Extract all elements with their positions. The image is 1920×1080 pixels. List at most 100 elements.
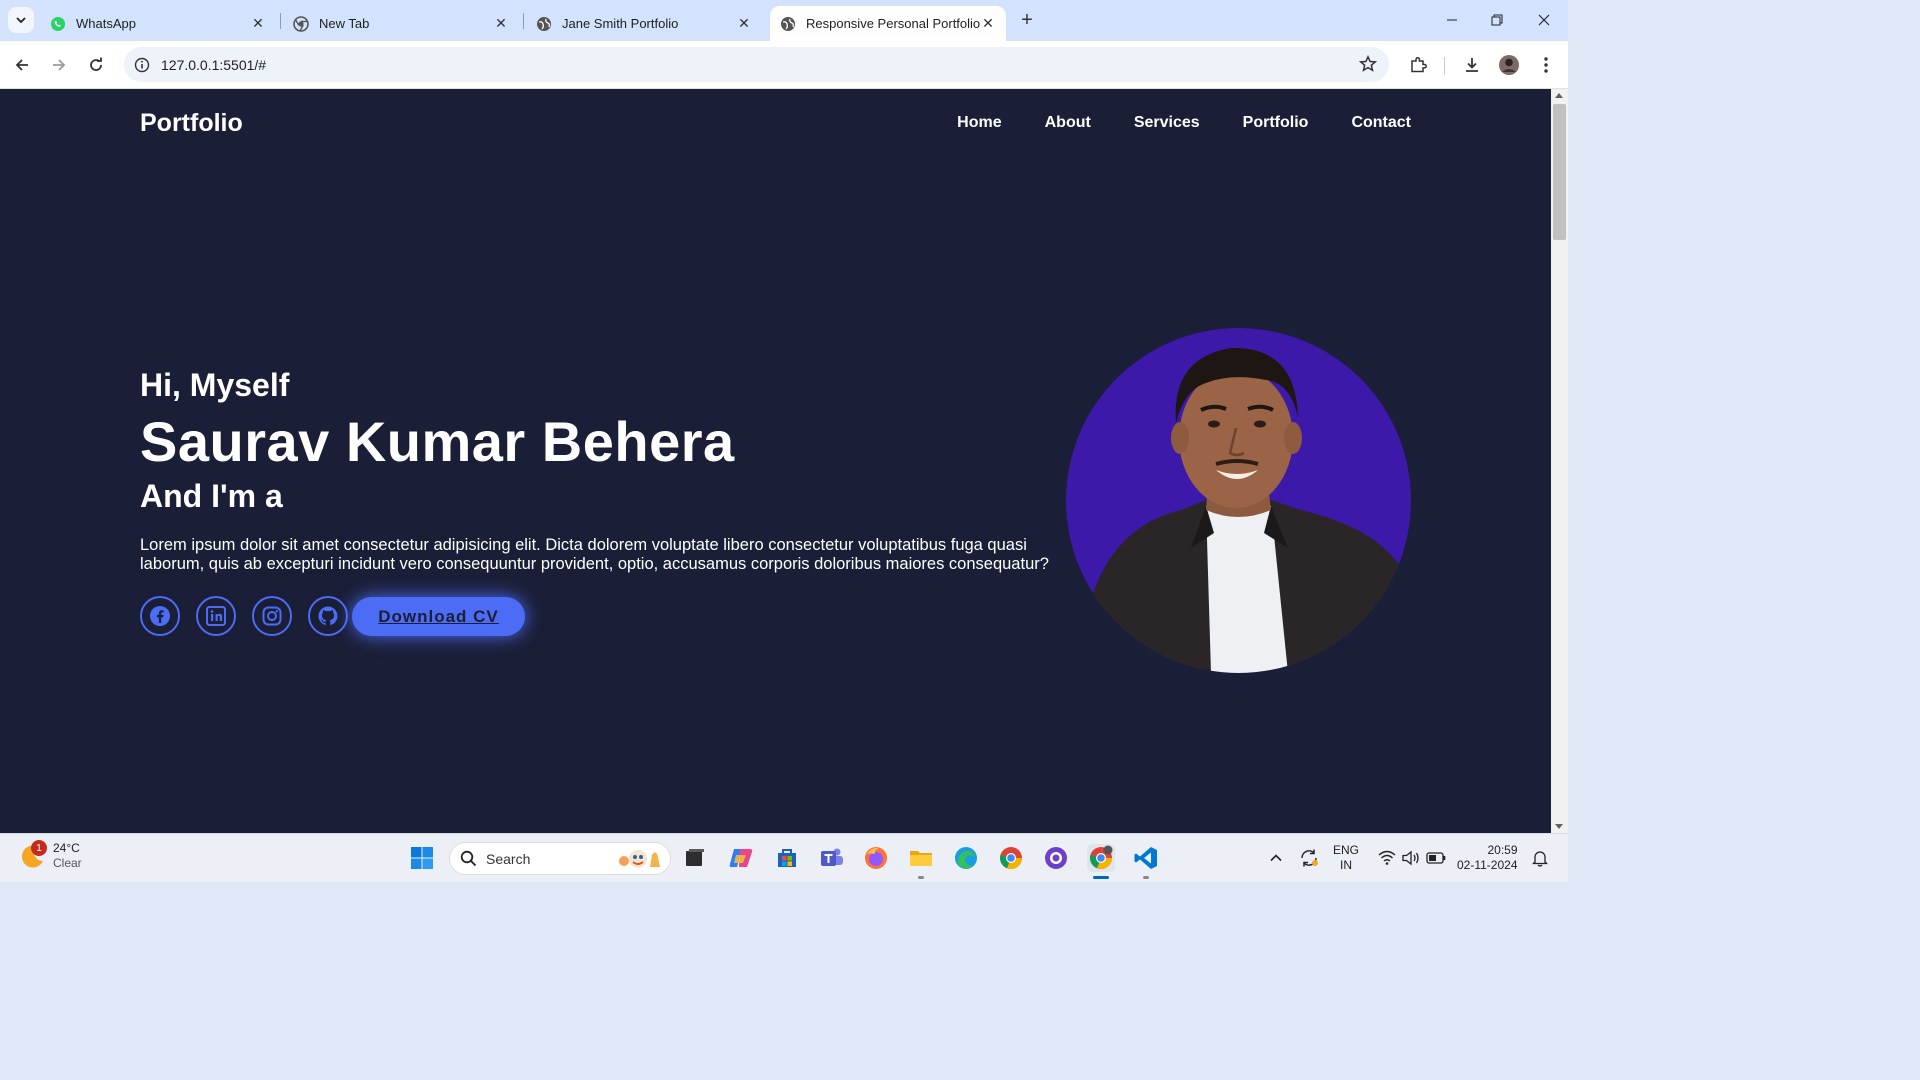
profile-avatar[interactable]	[1497, 53, 1521, 77]
tray-sync[interactable]	[1295, 844, 1323, 872]
taskbar-edge[interactable]	[952, 844, 980, 872]
close-icon[interactable]: ✕	[493, 15, 509, 32]
puzzle-icon	[1411, 57, 1427, 73]
scroll-up-icon[interactable]	[1555, 93, 1563, 98]
chevron-up-icon	[1270, 854, 1282, 862]
facebook-link[interactable]	[140, 596, 180, 636]
scrollbar-thumb[interactable]	[1553, 104, 1566, 240]
weather-condition: Clear	[53, 856, 82, 870]
taskbar-chrome[interactable]	[997, 844, 1025, 872]
teams-icon	[821, 848, 843, 866]
scroll-down-icon[interactable]	[1555, 824, 1563, 829]
nav-portfolio[interactable]: Portfolio	[1243, 114, 1309, 132]
vscode-icon	[1134, 847, 1157, 869]
back-button[interactable]	[10, 53, 34, 77]
tray-overflow-button[interactable]	[1262, 844, 1290, 872]
downloads-button[interactable]	[1460, 53, 1484, 77]
avatar-icon	[1499, 55, 1519, 75]
running-indicator	[1143, 876, 1149, 879]
reload-button[interactable]	[84, 53, 108, 77]
search-highlight-icon	[619, 849, 660, 868]
restore-icon	[1491, 14, 1503, 26]
lang-line1: ENG	[1333, 843, 1360, 857]
edge-icon	[955, 847, 977, 869]
toolbar-divider	[1444, 57, 1445, 75]
battery-icon	[1426, 852, 1446, 864]
nav-services[interactable]: Services	[1134, 114, 1200, 132]
notifications-button[interactable]	[1526, 844, 1554, 872]
browser-tab-strip: WhatsApp ✕ New Tab ✕ Jane Smith Portfoli…	[0, 0, 1568, 41]
tab-separator	[280, 13, 281, 29]
tab-responsive-portfolio[interactable]: Responsive Personal Portfolio W ✕	[770, 6, 1006, 41]
close-window-button[interactable]	[1532, 8, 1556, 32]
close-icon[interactable]: ✕	[250, 15, 266, 32]
running-indicator	[918, 876, 924, 879]
taskbar-file-explorer[interactable]	[907, 844, 935, 872]
more-vertical-icon	[1544, 57, 1548, 73]
extensions-button[interactable]	[1406, 53, 1430, 77]
chevron-down-icon	[16, 17, 26, 24]
taskbar-github-desktop[interactable]	[1042, 844, 1070, 872]
github-desktop-icon	[1045, 847, 1067, 869]
nav-about[interactable]: About	[1045, 114, 1091, 132]
start-button[interactable]	[408, 844, 436, 872]
new-tab-button[interactable]: +	[1016, 9, 1038, 31]
page-scrollbar[interactable]	[1551, 89, 1568, 833]
tab-whatsapp[interactable]: WhatsApp ✕	[40, 6, 276, 41]
linkedin-link[interactable]	[196, 596, 236, 636]
minimize-button[interactable]	[1440, 8, 1464, 32]
arrow-left-icon	[15, 59, 28, 71]
copilot-icon	[729, 849, 753, 867]
taskbar-copilot[interactable]	[727, 844, 755, 872]
tab-search-button[interactable]	[8, 7, 34, 33]
linkedin-icon	[206, 606, 226, 626]
restore-button[interactable]	[1485, 8, 1509, 32]
close-icon[interactable]: ✕	[980, 15, 996, 32]
whatsapp-icon	[50, 16, 66, 32]
taskbar-task-view[interactable]	[681, 844, 709, 872]
download-cv-button[interactable]: Download CV	[352, 597, 525, 636]
input-language[interactable]: ENG IN	[1333, 843, 1359, 873]
hero-name: Saurav Kumar Behera	[140, 410, 735, 473]
tray-battery[interactable]	[1422, 844, 1450, 872]
taskbar-store[interactable]	[773, 844, 801, 872]
forward-button[interactable]	[47, 53, 71, 77]
tab-label: WhatsApp	[76, 16, 136, 31]
clock-date: 02-11-2024	[1457, 858, 1518, 872]
site-logo[interactable]: Portfolio	[140, 109, 243, 138]
url-text[interactable]: 127.0.0.1:5501/#	[161, 57, 266, 73]
tab-jane-smith-portfolio[interactable]: Jane Smith Portfolio ✕	[526, 6, 762, 41]
address-bar[interactable]: 127.0.0.1:5501/#	[124, 47, 1389, 82]
site-nav: Home About Services Portfolio Contact	[957, 114, 1411, 132]
taskbar-firefox[interactable]	[862, 844, 890, 872]
clock[interactable]: 20:59 02-11-2024	[1457, 843, 1518, 873]
menu-button[interactable]	[1534, 53, 1558, 77]
wifi-icon	[1378, 850, 1396, 865]
nav-contact[interactable]: Contact	[1351, 114, 1411, 132]
hero-role: And I'm a	[140, 478, 283, 514]
firefox-icon	[865, 847, 887, 869]
arrow-right-icon	[53, 59, 66, 71]
github-icon	[318, 606, 338, 626]
taskbar-vscode[interactable]	[1132, 844, 1160, 872]
site-info-icon[interactable]	[127, 50, 157, 80]
facebook-icon	[150, 606, 170, 626]
chrome-icon	[293, 15, 309, 32]
windows-icon	[411, 847, 433, 869]
taskbar-chrome-profile[interactable]	[1087, 844, 1115, 872]
close-icon[interactable]: ✕	[736, 15, 752, 32]
nav-home[interactable]: Home	[957, 114, 1001, 132]
weather-temp: 24°C	[53, 841, 80, 855]
globe-icon	[536, 16, 552, 32]
instagram-link[interactable]	[252, 596, 292, 636]
bookmark-star-icon[interactable]	[1358, 54, 1378, 78]
task-view-icon	[686, 849, 704, 866]
browser-toolbar: 127.0.0.1:5501/#	[0, 41, 1568, 89]
taskbar-teams[interactable]	[818, 844, 846, 872]
tab-new-tab[interactable]: New Tab ✕	[283, 6, 519, 41]
download-icon	[1466, 58, 1478, 72]
github-link[interactable]	[308, 596, 348, 636]
taskbar-search[interactable]: Search	[449, 842, 671, 875]
weather-widget[interactable]: 24°C Clear	[18, 841, 82, 871]
tray-volume[interactable]	[1397, 844, 1425, 872]
